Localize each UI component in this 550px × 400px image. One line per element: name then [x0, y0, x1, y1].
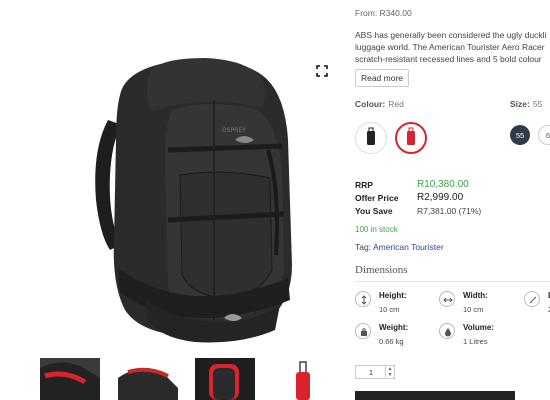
size-value: 55	[532, 99, 543, 109]
spec-value: 0.66 kg	[379, 337, 404, 346]
spec-value: 10 cm	[463, 305, 484, 314]
spec-height: Height: 10 cm	[355, 291, 435, 317]
thumbnail-3[interactable]	[195, 358, 255, 400]
spec-key: Volume:	[463, 323, 494, 332]
thumbnail-4[interactable]	[280, 358, 340, 400]
spec-length: L 2	[524, 291, 550, 317]
spec-value: 1 Litres	[463, 337, 488, 346]
description-line: scratch-resistant recessed lines and 5 b…	[355, 54, 542, 64]
thumbnail-2[interactable]	[118, 358, 178, 400]
swatch-red[interactable]	[395, 122, 427, 154]
save-value: R7,381.00 (71%)	[417, 206, 482, 216]
size-option-55[interactable]: 55	[510, 125, 530, 145]
spec-weight: Weight: 0.66 kg	[355, 323, 435, 349]
colour-label-key: Colour:	[355, 99, 386, 109]
read-more-button[interactable]: Read more	[355, 69, 409, 87]
from-price: From: R340.00	[355, 8, 412, 18]
volume-icon	[439, 323, 455, 339]
tag-line: Tag: American Tourister	[355, 242, 444, 252]
quantity-input[interactable]	[356, 366, 386, 378]
tag-link[interactable]: American Tourister	[373, 242, 444, 252]
size-label-key: Size:	[510, 99, 530, 109]
fullscreen-icon[interactable]	[316, 65, 328, 77]
swatch-black[interactable]	[355, 122, 387, 154]
divider	[355, 281, 550, 282]
offer-label: Offer Price	[355, 193, 399, 203]
main-product-image[interactable]: OSPREY	[0, 0, 345, 355]
description-line: ABS has generally been considered the ug…	[355, 30, 547, 40]
add-to-cart-button[interactable]	[355, 391, 515, 400]
description-line: luggage world. The American Tourister Ae…	[355, 42, 545, 52]
width-icon	[439, 291, 455, 307]
thumbnail-1[interactable]	[40, 358, 100, 400]
offer-value: R2,999.00	[417, 192, 464, 203]
quantity-decrease[interactable]: ▼	[385, 372, 394, 378]
quantity-stepper: ▲ ▼	[355, 365, 395, 379]
spec-volume: Volume: 1 Litres	[439, 323, 519, 349]
height-icon	[355, 291, 371, 307]
size-option-6[interactable]: 6	[538, 125, 550, 145]
thumbnail-strip	[40, 358, 345, 400]
product-details: From: R340.00 ABS has generally been con…	[355, 0, 550, 400]
spec-key: Width:	[463, 291, 488, 300]
size-label: Size: 55	[510, 99, 542, 109]
spec-width: Width: 10 cm	[439, 291, 519, 317]
spec-key: Weight:	[379, 323, 409, 332]
colour-label: Colour: Red	[355, 99, 404, 109]
stock-status: 100 in stock	[355, 225, 398, 234]
spec-key: Height:	[379, 291, 407, 300]
tag-label: Tag:	[355, 242, 372, 252]
svg-text:OSPREY: OSPREY	[222, 127, 246, 134]
backpack-image: OSPREY	[95, 58, 292, 343]
rrp-label: RRP	[355, 180, 373, 190]
length-icon	[524, 291, 540, 307]
dimensions-title: Dimensions	[355, 264, 408, 276]
save-label: You Save	[355, 206, 393, 216]
colour-value: Red	[388, 99, 404, 109]
weight-icon	[355, 323, 371, 339]
spec-value: 10 cm	[379, 305, 400, 314]
rrp-value: R10,380.00	[417, 179, 469, 190]
product-description: ABS has generally been considered the ug…	[355, 29, 550, 65]
